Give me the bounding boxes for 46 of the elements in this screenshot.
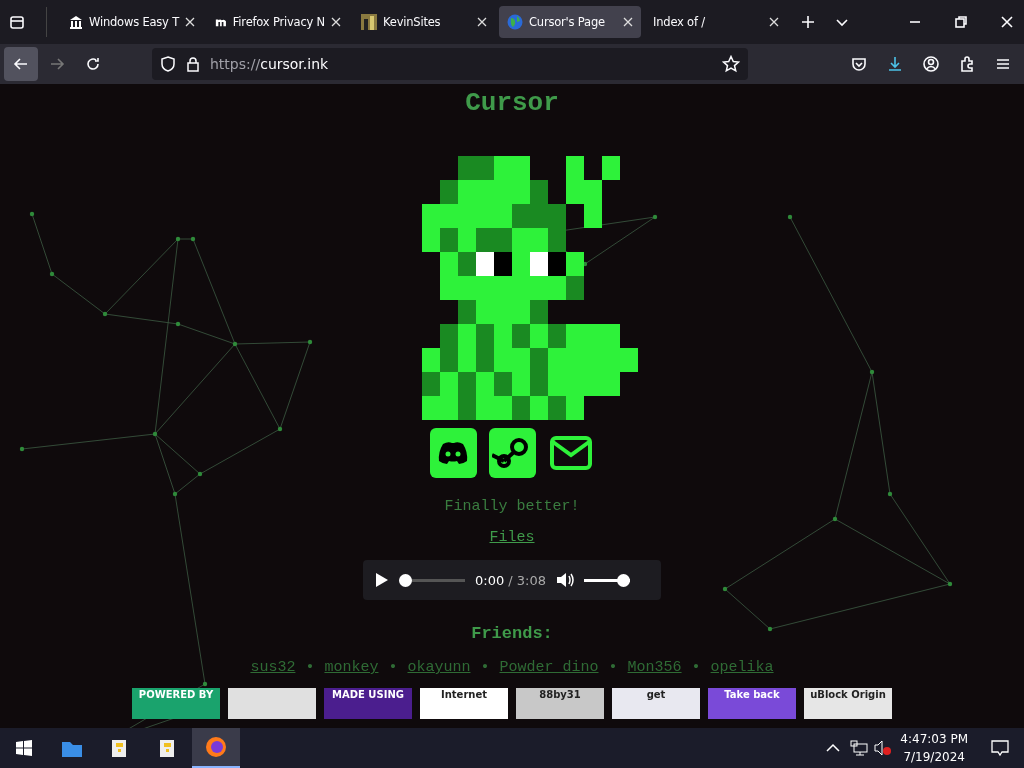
time-display: 0:00 / 3:08 bbox=[475, 572, 547, 588]
separator-dot: • bbox=[608, 659, 618, 676]
web-badge[interactable]: Internet bbox=[420, 688, 508, 719]
back-button[interactable] bbox=[4, 47, 38, 81]
friends-heading: Friends: bbox=[471, 624, 553, 643]
browser-tab[interactable]: Cursor's Page bbox=[499, 6, 641, 38]
web-badge[interactable]: MADE USING bbox=[324, 688, 412, 719]
web-badge[interactable]: Take back bbox=[708, 688, 796, 719]
web-badge[interactable]: uBlock Origin bbox=[804, 688, 892, 719]
browser-tab[interactable]: Firefox Privacy N bbox=[207, 6, 349, 38]
clock-date[interactable]: 7/19/2024 bbox=[903, 748, 965, 766]
url-text: https://cursor.ink bbox=[210, 56, 330, 72]
shield-icon bbox=[160, 56, 176, 72]
chevron-up-icon[interactable] bbox=[826, 743, 841, 753]
page-title: Cursor bbox=[465, 88, 559, 120]
site-favicon-icon bbox=[361, 14, 377, 30]
globe-icon bbox=[507, 14, 523, 30]
steam-icon[interactable] bbox=[488, 428, 536, 478]
browser-tab[interactable]: KevinSites bbox=[353, 6, 495, 38]
windows-logo-icon bbox=[16, 740, 32, 756]
separator-dot: • bbox=[388, 659, 398, 676]
muted-speaker-icon[interactable] bbox=[874, 740, 893, 756]
play-icon[interactable] bbox=[375, 572, 389, 588]
discord-icon[interactable] bbox=[429, 428, 477, 478]
separator-dot: • bbox=[480, 659, 490, 676]
address-bar[interactable]: https://cursor.ink bbox=[152, 48, 748, 80]
close-tab-icon[interactable] bbox=[185, 17, 195, 27]
separator-dot: • bbox=[691, 659, 701, 676]
status-text: Finally better! bbox=[444, 498, 580, 515]
firefox-taskbar-icon[interactable] bbox=[192, 728, 240, 768]
close-tab-icon[interactable] bbox=[331, 17, 341, 27]
close-tab-icon[interactable] bbox=[623, 17, 633, 27]
web-badge[interactable]: 88by31 bbox=[516, 688, 604, 719]
bank-icon bbox=[69, 15, 83, 29]
close-tab-icon[interactable] bbox=[769, 17, 779, 27]
close-tab-icon[interactable] bbox=[477, 17, 487, 27]
browser-tab[interactable]: Index of / bbox=[645, 6, 787, 38]
web-badge[interactable]: get bbox=[612, 688, 700, 719]
separator-dot: • bbox=[305, 659, 315, 676]
network-icon[interactable] bbox=[850, 740, 869, 756]
browser-tab[interactable]: Windows Easy T bbox=[61, 6, 203, 38]
clock-time[interactable]: 4:47:03 PM bbox=[900, 730, 968, 748]
volume-icon[interactable] bbox=[556, 572, 575, 588]
lock-icon bbox=[186, 56, 200, 72]
files-link[interactable]: Files bbox=[489, 529, 535, 546]
star-icon[interactable] bbox=[722, 55, 740, 73]
